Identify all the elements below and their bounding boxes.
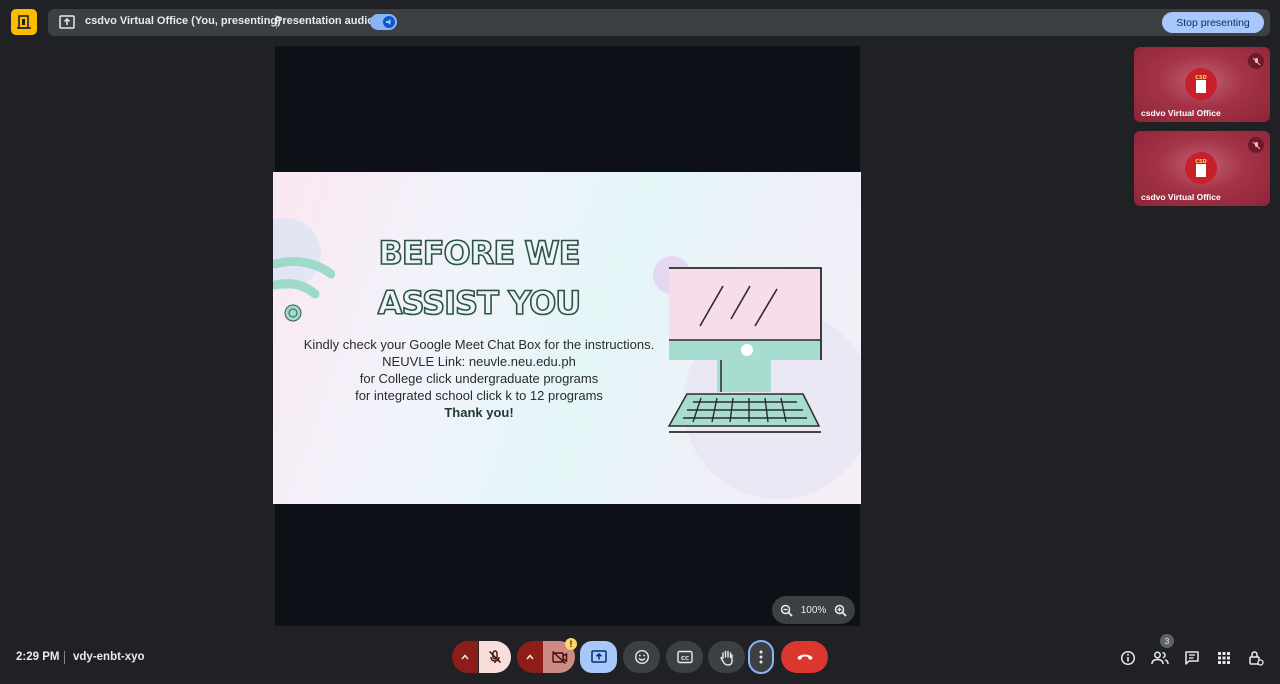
presented-slide: BEFORE WE ASSIST YOU Kindly check your G… [273,172,861,504]
svg-text:CC: CC [680,656,688,662]
more-options-button[interactable] [748,640,774,674]
raise-hand-icon [719,650,733,666]
participant-name: csdvo Virtual Office [1141,192,1221,202]
camera-warning-badge: ! [565,638,577,650]
zoom-out-icon[interactable] [780,604,793,617]
divider [64,651,65,664]
presentation-audio-toggle[interactable] [370,14,397,30]
desktop-computer-icon [667,267,822,433]
avatar: CSD [1185,68,1217,100]
mic-off-icon [1248,137,1264,153]
captions-icon: CC [676,650,693,664]
participant-tile[interactable]: CSD csdvo Virtual Office [1134,131,1270,206]
avatar: CSD [1185,152,1217,184]
raise-hand-button[interactable] [708,641,745,673]
slide-line: Kindly check your Google Meet Chat Box f… [303,337,655,352]
chevron-up-icon [526,654,534,660]
door-icon[interactable] [11,9,37,35]
chat-icon[interactable] [1182,648,1202,668]
zoom-controls: 100% [772,596,855,624]
camera-off-icon [551,650,567,664]
participant-name: csdvo Virtual Office [1141,108,1221,118]
reactions-button[interactable] [623,641,660,673]
slide-body: Kindly check your Google Meet Chat Box f… [273,336,685,421]
captions-button[interactable]: CC [666,641,703,673]
meeting-code: vdy-enbt-xyo [73,651,145,663]
present-icon [590,650,607,663]
info-icon[interactable] [1118,648,1138,668]
speaker-icon [383,16,395,28]
audio-settings-button[interactable] [452,641,478,673]
stop-presenting-button[interactable]: Stop presenting [1162,12,1264,33]
slide-line: NEUVLE Link: neuvle.neu.edu.ph [382,354,576,369]
svg-text:CSD: CSD [1195,159,1207,165]
presentation-audio-label: Presentation audio [275,15,375,27]
slide-line: for integrated school click k to 12 prog… [355,388,603,403]
activities-icon[interactable] [1214,648,1234,668]
mic-off-icon [1248,53,1264,69]
participant-tile[interactable]: CSD csdvo Virtual Office [1134,47,1270,122]
people-icon[interactable] [1150,648,1170,668]
slide-title-line-1: BEFORE WE [378,233,582,273]
end-call-button[interactable] [781,641,828,673]
zoom-level: 100% [800,604,827,616]
slide-thanks: Thank you! [444,405,514,420]
meeting-time: 2:29 PM [16,651,60,663]
video-settings-button[interactable] [517,641,543,673]
host-controls-icon[interactable] [1246,648,1266,668]
people-count-badge: 3 [1160,634,1174,648]
svg-text:CSD: CSD [1195,75,1207,81]
presenting-bar: csdvo Virtual Office (You, presenting) P… [48,9,1270,36]
zoom-in-icon[interactable] [834,604,847,617]
slide-title-line-2: ASSIST YOU [377,283,582,323]
presenting-title: csdvo Virtual Office (You, presenting) [85,15,281,27]
slide-line: for College click undergraduate programs [359,371,599,386]
end-call-icon [797,654,812,660]
emoji-icon [634,649,649,665]
present-to-all-icon [59,15,75,29]
microphone-button[interactable] [479,641,511,673]
chevron-up-icon [461,654,469,660]
present-button[interactable] [580,641,617,673]
mic-off-icon [488,650,502,664]
more-options-icon [759,650,763,664]
